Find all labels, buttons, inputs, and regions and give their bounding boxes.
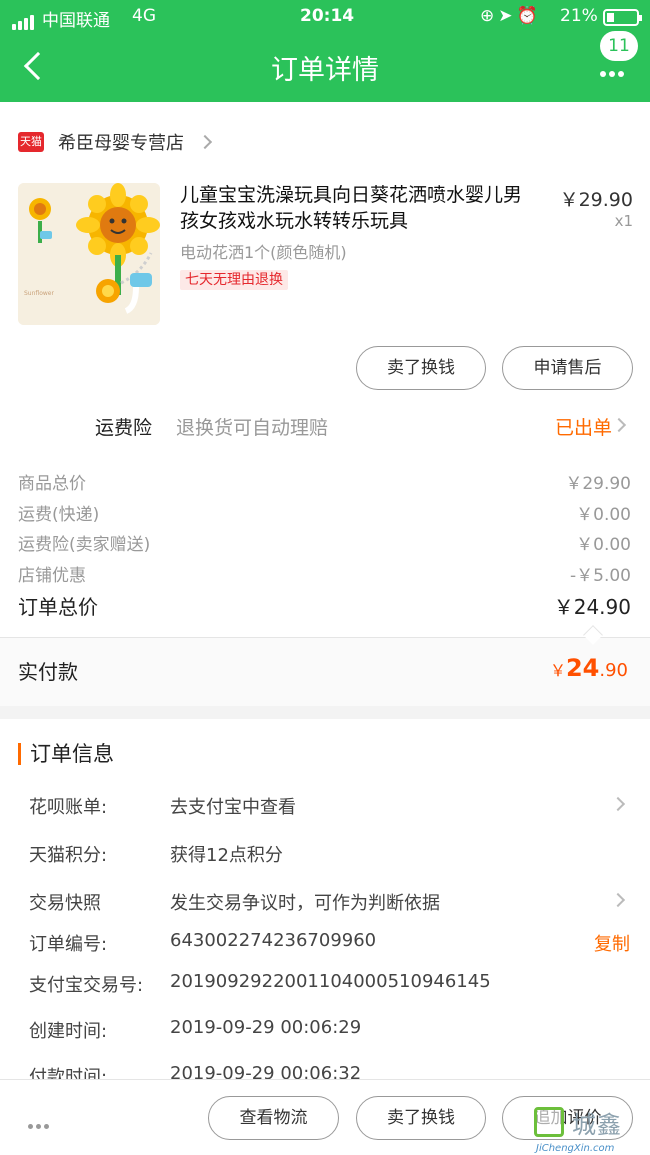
price-row-label: 店铺优惠 [18, 566, 86, 586]
shipping-insurance-desc: 退换货可自动理赔 [176, 417, 329, 439]
alipay-trade-row: 支付宝交易号: 2019092922001104000510946145 [0, 971, 650, 999]
price-row-label: 运费(快递) [18, 505, 100, 525]
price-row-value: -￥5.00 [570, 566, 631, 586]
alarm-icon: ⏰ [516, 6, 542, 26]
info-value: 643002274236709960 [170, 930, 377, 951]
price-row: 店铺优惠 -￥5.00 [18, 561, 632, 587]
product-quantity: x1 [614, 212, 633, 230]
info-value: 去支付宝中查看 [170, 797, 296, 818]
tmall-logo-icon: 天猫 [18, 132, 44, 152]
created-time-row: 创建时间: 2019-09-29 00:06:29 [0, 1017, 650, 1045]
price-row: 商品总价 ￥29.90 [18, 469, 632, 495]
status-bar: 中国联通 4G 20:14 ⊕➤⏰ 21% [0, 0, 650, 34]
watermark-url: JiChengXin.com [536, 1143, 615, 1154]
battery-icon [603, 9, 642, 26]
paid-integer: 24 [565, 654, 600, 682]
info-value: 发生交易争议时，可作为判断依据 [170, 893, 440, 914]
more-icon[interactable] [28, 1114, 52, 1133]
shipping-insurance-label: 运费险 [95, 417, 153, 439]
copy-button[interactable]: 复制 [594, 930, 630, 956]
order-total-label: 订单总价 [18, 595, 98, 619]
sunflower-toy-image: Sunflower [18, 183, 160, 325]
price-breakdown: 商品总价 ￥29.90 运费(快递) ￥0.00 运费险(卖家赠送) ￥0.00… [0, 455, 650, 637]
snapshot-row[interactable]: 交易快照 发生交易争议时，可作为判断依据 [0, 889, 650, 917]
view-logistics-button[interactable]: 查看物流 [208, 1096, 339, 1140]
lock-rotation-icon: ⊕ [480, 6, 499, 26]
return-policy-tag: 七天无理由退换 [180, 270, 288, 290]
product-title[interactable]: 儿童宝宝洗澡玩具向日葵花洒喷水婴儿男孩女孩戏水玩水转转乐玩具 [180, 182, 540, 234]
sell-for-cash-button[interactable]: 卖了换钱 [356, 1096, 486, 1140]
order-total-value: ￥24.90 [553, 595, 631, 619]
price-row-value: ￥0.00 [576, 535, 631, 555]
info-label: 天猫积分: [29, 845, 108, 866]
store-link[interactable]: 天猫 希臣母婴专营店 [18, 128, 213, 156]
price-row-value: ￥0.00 [576, 505, 631, 525]
network-type: 4G [132, 6, 156, 26]
info-label: 创建时间: [29, 1021, 108, 1042]
page-title: 订单详情 [271, 55, 379, 86]
section-accent-bar [18, 743, 21, 765]
product-sku: 电动花洒1个(颜色随机) [180, 243, 347, 262]
info-value: 2019092922001104000510946145 [170, 971, 491, 992]
watermark-chars: 城鑫 [572, 1111, 622, 1139]
watermark-logo-icon [534, 1107, 564, 1137]
signal-icon [12, 10, 36, 30]
after-sale-button[interactable]: 申请售后 [502, 346, 633, 390]
price-row-label: 运费险(卖家赠送) [18, 535, 151, 555]
clock: 20:14 [300, 6, 355, 26]
store-name: 希臣母婴专营店 [58, 133, 184, 154]
price-row-label: 商品总价 [18, 474, 86, 494]
info-label: 花呗账单: [29, 797, 108, 818]
order-number-row: 订单编号: 643002274236709960 复制 [0, 930, 650, 958]
chevron-right-icon [610, 892, 626, 908]
order-info-title: 订单信息 [30, 742, 114, 766]
svg-text:Sunflower: Sunflower [24, 290, 54, 297]
carrier-name: 中国联通 [42, 11, 110, 31]
price-row: 运费险(卖家赠送) ￥0.00 [18, 530, 632, 556]
site-watermark: 城鑫 JiChengXin.com [534, 1103, 650, 1155]
tmall-points-row: 天猫积分: 获得12点积分 [0, 841, 650, 869]
info-value: 获得12点积分 [170, 845, 283, 866]
paid-amount-row: 实付款 ￥24.90 [0, 638, 650, 706]
price-row-value: ￥29.90 [565, 474, 631, 494]
price-row: 运费(快递) ￥0.00 [18, 500, 632, 526]
chevron-right-icon [197, 134, 213, 150]
info-label: 订单编号: [29, 934, 108, 955]
huabei-bill-row[interactable]: 花呗账单: 去支付宝中查看 [0, 793, 650, 821]
order-total-row: 订单总价 ￥24.90 [18, 591, 632, 619]
shipping-insurance-status[interactable]: 已出单 [555, 413, 612, 439]
paid-currency: ￥ [549, 661, 566, 680]
status-icons: ⊕➤⏰ [480, 6, 542, 26]
top-bar: 中国联通 4G 20:14 ⊕➤⏰ 21% 订单详情 11 [0, 0, 650, 102]
info-label: 交易快照 [29, 893, 101, 914]
location-arrow-icon: ➤ [498, 6, 517, 26]
more-icon[interactable] [600, 62, 632, 77]
product-image[interactable]: Sunflower [18, 183, 160, 325]
info-value: 2019-09-29 00:06:29 [170, 1017, 362, 1038]
info-label: 支付宝交易号: [29, 975, 144, 996]
sell-for-cash-button[interactable]: 卖了换钱 [356, 346, 486, 390]
product-card: 天猫 希臣母婴专营店 Sunflower 儿童宝宝洗澡玩具向日葵花洒喷水婴儿男孩… [0, 102, 650, 455]
paid-amount: ￥24.90 [550, 654, 628, 682]
product-price: ￥29.90 [559, 189, 633, 211]
message-count-badge[interactable]: 11 [600, 31, 638, 61]
battery-percent: 21% [560, 6, 598, 26]
chevron-right-icon [610, 796, 626, 812]
chevron-right-icon [611, 417, 627, 433]
paid-label: 实付款 [18, 660, 78, 684]
paid-decimal: .90 [599, 660, 628, 681]
